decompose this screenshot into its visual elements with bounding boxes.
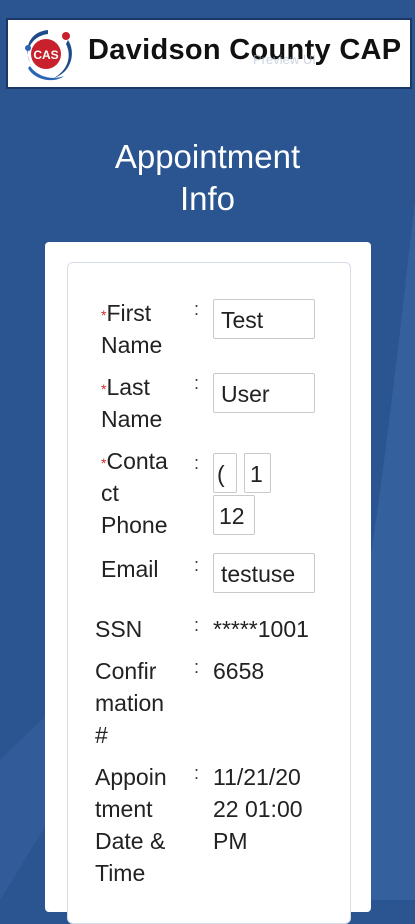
first-name-label: *First Name xyxy=(101,300,163,358)
contact-phone-label: *Conta ct Phone xyxy=(101,448,168,538)
logo-bar: CAS Davidson County CAP Preview UI xyxy=(6,18,412,89)
confirmation-value: 6658 xyxy=(213,658,265,684)
email-label: Email xyxy=(101,556,159,582)
colon: : xyxy=(194,657,200,677)
page-title-line1: Appointment xyxy=(114,138,301,175)
last-name-field[interactable]: User xyxy=(213,373,315,413)
colon: : xyxy=(194,373,200,393)
required-mark: * xyxy=(101,381,107,397)
confirmation-label: Confir mation # xyxy=(95,658,165,748)
page-title-line2: Info xyxy=(179,180,236,217)
email-field[interactable]: testuse xyxy=(213,553,315,593)
watermark: Preview UI xyxy=(253,52,316,67)
required-mark: * xyxy=(101,307,107,323)
phone-prefix-field[interactable]: 1 xyxy=(244,453,271,493)
logo-text: CAS xyxy=(33,48,58,62)
last-name-label: *Last Name xyxy=(101,374,163,432)
colon: : xyxy=(194,555,200,575)
brand-name: Davidson County CAP xyxy=(88,34,402,66)
colon: : xyxy=(194,299,200,319)
colon: : xyxy=(194,763,200,783)
appointment-form: *First Name : Test *Last Name : User *Co… xyxy=(67,262,351,924)
colon: : xyxy=(194,615,200,635)
colon: : xyxy=(194,453,200,473)
ssn-value: *****1001 xyxy=(213,616,309,642)
page-title: Appointment Info xyxy=(0,136,415,220)
appointment-card: *First Name : Test *Last Name : User *Co… xyxy=(45,242,371,924)
logo-icon: CAS xyxy=(25,30,72,81)
phone-line-field[interactable]: 12 xyxy=(213,495,255,535)
required-mark: * xyxy=(101,455,107,471)
phone-area-code-field[interactable]: ( xyxy=(213,453,237,493)
ssn-label: SSN xyxy=(95,616,143,642)
appointment-datetime-label: Appoin tment Date & Time xyxy=(95,764,167,886)
appointment-datetime-value: 11/21/20 22 01:00 PM xyxy=(213,764,303,854)
app-header: CAS Davidson County CAP Preview UI xyxy=(0,0,415,105)
first-name-field[interactable]: Test xyxy=(213,299,315,339)
